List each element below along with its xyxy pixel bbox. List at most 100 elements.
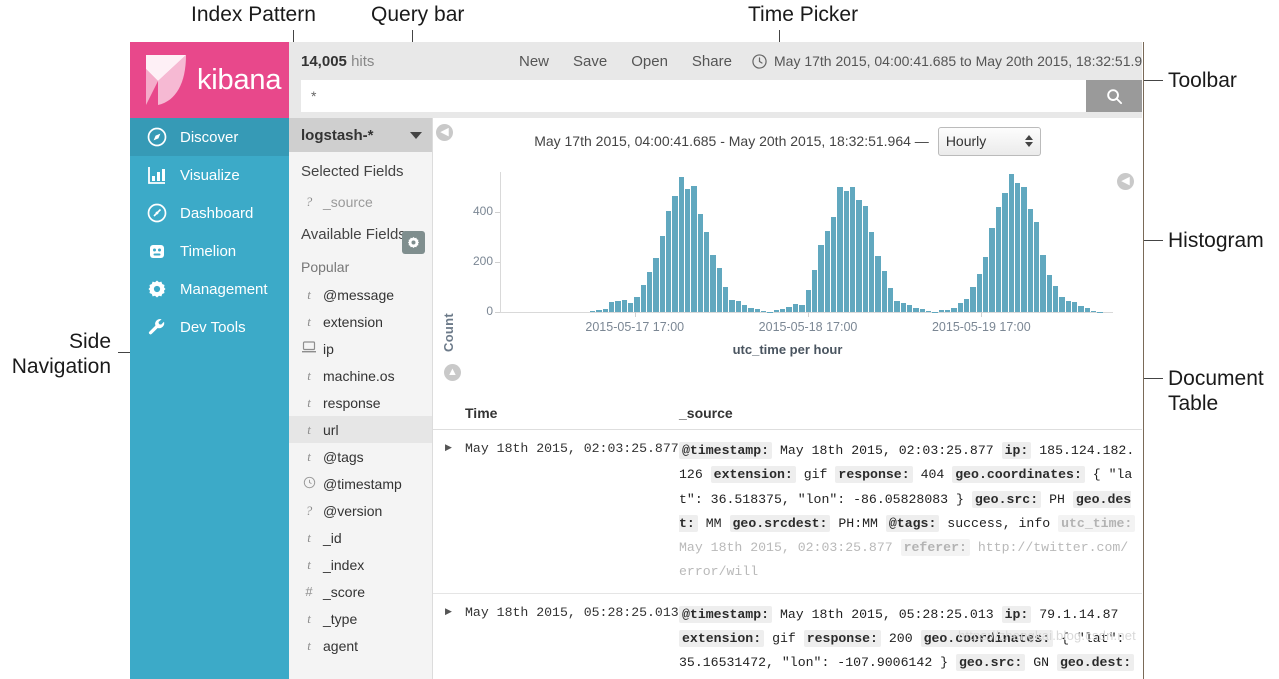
- histogram-bar[interactable]: [824, 230, 830, 312]
- sidebar-item-management[interactable]: Management: [130, 270, 289, 308]
- triangle-right-icon[interactable]: ▶: [433, 603, 465, 679]
- histogram-bar[interactable]: [1090, 310, 1097, 312]
- histogram-bar[interactable]: [742, 304, 748, 312]
- triangle-right-icon[interactable]: ▶: [433, 439, 465, 585]
- field-row-agent[interactable]: t agent: [289, 632, 432, 659]
- histogram-bar[interactable]: [729, 300, 735, 312]
- histogram-bar[interactable]: [786, 306, 792, 312]
- histogram-bar[interactable]: [951, 307, 957, 312]
- histogram-bar[interactable]: [684, 189, 691, 312]
- histogram-bar[interactable]: [1002, 193, 1008, 312]
- share-button[interactable]: Share: [680, 53, 744, 70]
- histogram-bar[interactable]: [792, 303, 799, 312]
- histogram-bar[interactable]: [957, 303, 964, 312]
- field-row-source[interactable]: ? _source: [289, 188, 432, 215]
- sidebar-item-timelion[interactable]: Timelion: [130, 232, 289, 270]
- histogram-bar[interactable]: [672, 196, 678, 312]
- histogram-bar[interactable]: [704, 231, 710, 312]
- histogram-bar[interactable]: [983, 256, 989, 312]
- histogram-bar[interactable]: [875, 255, 881, 312]
- histogram-bar[interactable]: [913, 308, 919, 312]
- field-row-response[interactable]: t response: [289, 389, 432, 416]
- expand-histogram-chevron-icon[interactable]: ▲: [444, 364, 461, 381]
- histogram-bar[interactable]: [646, 272, 653, 312]
- histogram-bar[interactable]: [799, 304, 805, 312]
- histogram-bar[interactable]: [881, 271, 887, 312]
- sidebar-item-dev-tools[interactable]: Dev Tools: [130, 308, 289, 346]
- histogram-bar[interactable]: [716, 267, 723, 312]
- histogram-bar[interactable]: [1033, 221, 1040, 312]
- histogram-bar[interactable]: [1097, 311, 1103, 312]
- histogram-bar[interactable]: [932, 311, 938, 312]
- histogram-bar[interactable]: [589, 310, 596, 312]
- histogram-bar[interactable]: [615, 301, 621, 312]
- histogram-bar[interactable]: [754, 308, 761, 312]
- histogram-bar[interactable]: [926, 311, 932, 312]
- histogram-bar[interactable]: [602, 308, 608, 312]
- histogram-bar[interactable]: [621, 300, 627, 312]
- histogram-bar[interactable]: [1014, 182, 1021, 312]
- fields-settings-gear-icon[interactable]: [402, 231, 425, 254]
- histogram-bar[interactable]: [818, 245, 824, 312]
- histogram-bar[interactable]: [691, 185, 697, 312]
- histogram-bar[interactable]: [1046, 274, 1052, 312]
- histogram-bar[interactable]: [697, 214, 703, 312]
- histogram-bar[interactable]: [596, 310, 602, 312]
- histogram-bar[interactable]: [964, 299, 970, 312]
- histogram-bar[interactable]: [761, 311, 767, 312]
- column-header-time[interactable]: Time: [433, 405, 679, 421]
- histogram-bar[interactable]: [805, 290, 811, 312]
- interval-select[interactable]: Hourly: [937, 126, 1041, 156]
- histogram-bar[interactable]: [1052, 285, 1059, 312]
- field-row-url[interactable]: t url: [289, 416, 432, 443]
- histogram-bar[interactable]: [811, 270, 818, 312]
- field-row-extension[interactable]: t extension: [289, 308, 432, 335]
- histogram-bar[interactable]: [843, 190, 849, 312]
- sidebar-item-discover[interactable]: Discover: [130, 118, 289, 156]
- search-button[interactable]: [1086, 80, 1142, 112]
- histogram-bar[interactable]: [1040, 255, 1046, 312]
- histogram-bar[interactable]: [1027, 209, 1033, 312]
- histogram-bar[interactable]: [627, 303, 634, 312]
- field-row-tags[interactable]: t @tags: [289, 443, 432, 470]
- field-row-score[interactable]: # _score: [289, 578, 432, 605]
- histogram-bar[interactable]: [1065, 301, 1071, 312]
- histogram-bar[interactable]: [767, 311, 773, 312]
- histogram-bar[interactable]: [1008, 174, 1014, 312]
- histogram-bar[interactable]: [887, 287, 894, 312]
- field-row-ip[interactable]: ip: [289, 335, 432, 362]
- histogram-bar[interactable]: [945, 309, 951, 312]
- sidebar-item-dashboard[interactable]: Dashboard: [130, 194, 289, 232]
- histogram-bar[interactable]: [608, 302, 615, 312]
- collapse-sidebar-chevron-icon[interactable]: ◀: [436, 124, 453, 141]
- histogram-bar[interactable]: [907, 304, 913, 312]
- histogram-bar[interactable]: [659, 235, 665, 312]
- field-row-machine-os[interactable]: t machine.os: [289, 362, 432, 389]
- histogram-bar[interactable]: [1071, 302, 1078, 312]
- histogram-bar[interactable]: [723, 287, 729, 312]
- table-row[interactable]: ▶ May 18th 2015, 02:03:25.877 @timestamp: …: [433, 430, 1142, 594]
- histogram-bar[interactable]: [735, 301, 742, 312]
- open-button[interactable]: Open: [619, 53, 680, 70]
- histogram-bar[interactable]: [665, 211, 672, 312]
- save-button[interactable]: Save: [561, 53, 619, 70]
- field-row-index[interactable]: t _index: [289, 551, 432, 578]
- histogram-bar[interactable]: [710, 255, 716, 312]
- histogram-bar[interactable]: [938, 310, 945, 312]
- histogram-bar[interactable]: [900, 302, 906, 312]
- field-row-id[interactable]: t _id: [289, 524, 432, 551]
- histogram-bar[interactable]: [1059, 296, 1065, 312]
- new-button[interactable]: New: [507, 53, 561, 70]
- field-row-timestamp[interactable]: @timestamp: [289, 470, 432, 497]
- histogram-bar[interactable]: [919, 308, 926, 312]
- histogram-bar[interactable]: [1084, 307, 1090, 312]
- field-row-message[interactable]: t @message: [289, 281, 432, 308]
- histogram-bar[interactable]: [830, 217, 837, 312]
- histogram-bar[interactable]: [773, 310, 780, 312]
- histogram-bar[interactable]: [989, 227, 995, 312]
- histogram-bar[interactable]: [678, 177, 684, 312]
- histogram-bars[interactable]: [501, 172, 1109, 312]
- histogram-bar[interactable]: [653, 257, 659, 312]
- histogram-bar[interactable]: [780, 308, 786, 312]
- histogram-bar[interactable]: [837, 187, 843, 312]
